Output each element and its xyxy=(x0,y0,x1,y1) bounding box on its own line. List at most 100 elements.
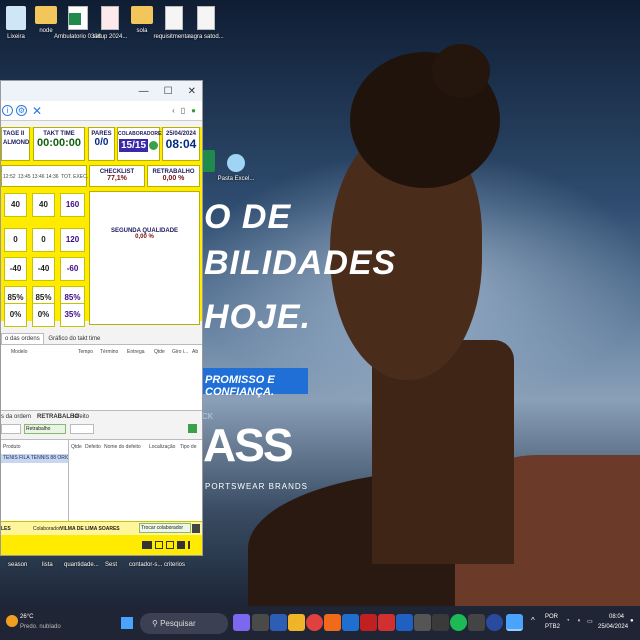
wifi-icon[interactable]: ◔ xyxy=(566,618,570,624)
retrabalho-button[interactable]: Retrabalho xyxy=(24,424,66,434)
current-time: 08:04 xyxy=(165,137,197,151)
app-icon-terminal[interactable] xyxy=(468,614,485,631)
grid-column-header[interactable]: Qtde xyxy=(154,349,165,355)
takt-time-box: TAKT TIME 00:00:00 xyxy=(33,127,85,161)
database-file-icon xyxy=(101,6,119,30)
hour-header-row: 12:52 13:45 13:46 14:36 TOT. EXEC. xyxy=(1,165,89,187)
volume-icon[interactable]: ◖ xyxy=(577,618,581,624)
clock-date[interactable]: 25/04/2024 xyxy=(598,624,628,630)
line-subtitle: ALMOND xyxy=(3,140,30,146)
metric-cell: 0% xyxy=(4,303,27,327)
app-icon-blue[interactable] xyxy=(396,614,413,631)
minimize-button[interactable]: — xyxy=(139,86,149,97)
ordem-input[interactable] xyxy=(1,424,21,434)
info-icon[interactable]: i xyxy=(2,105,13,116)
active-app-icon[interactable] xyxy=(506,614,523,631)
weather-icon[interactable] xyxy=(6,615,18,627)
brave-icon[interactable] xyxy=(324,614,341,631)
device-icon xyxy=(166,541,174,549)
spotify-icon[interactable] xyxy=(450,614,467,631)
desktop-icon-label[interactable]: season xyxy=(8,562,27,568)
tab-grafico-takt-time[interactable]: Gráfico do takt time xyxy=(45,334,103,344)
gear-icon[interactable]: ⚙ xyxy=(16,105,27,116)
grid-column-header[interactable]: Localização xyxy=(149,444,175,450)
grid-column-header[interactable]: Tempo xyxy=(78,349,93,355)
keyboard-layout[interactable]: PTB2 xyxy=(545,624,560,630)
app-icon-oracle[interactable] xyxy=(378,614,395,631)
notification-icon[interactable]: ● xyxy=(630,618,634,624)
clock-time[interactable]: 08:04 xyxy=(609,614,624,620)
segunda-qualidade-box: SEGUNDA QUALIDADE 0,00 % xyxy=(89,191,200,325)
file-explorer-icon[interactable] xyxy=(288,614,305,631)
desktop-icon-label[interactable]: lista xyxy=(42,562,53,568)
app-icon-red[interactable] xyxy=(360,614,377,631)
app-icon-dark[interactable] xyxy=(432,614,449,631)
colaborador-label: Colaborador: xyxy=(33,526,62,532)
metric-total-cell: 120 xyxy=(60,228,85,252)
vscode-icon[interactable] xyxy=(342,614,359,631)
line-info-box: TAGE II ALMOND xyxy=(1,127,30,161)
tab-strip: o das ordens Gráfico do takt time xyxy=(1,333,202,345)
search-box[interactable]: ⚲ Pesquisar xyxy=(140,613,228,634)
grid-column-header[interactable]: Giro i... xyxy=(172,349,188,355)
add-defect-icon[interactable] xyxy=(188,424,197,433)
teams-icon[interactable] xyxy=(270,614,287,631)
refresh-icon[interactable] xyxy=(149,141,159,150)
close-button[interactable]: ✕ xyxy=(188,86,196,97)
ordem-label: s da ordem xyxy=(1,414,32,420)
panel-icon[interactable]: ▯ xyxy=(181,106,185,115)
wallpaper-ad-line2: BILIDADES xyxy=(204,244,397,282)
start-icon[interactable] xyxy=(121,617,133,629)
desktop-icon-label[interactable]: Sest xyxy=(105,562,117,568)
app-icon-grey[interactable] xyxy=(414,614,431,631)
checklist-value: 77,1% xyxy=(107,175,127,182)
orders-grid[interactable]: Modelo Tempo Término Entrega Qtde Giro i… xyxy=(1,345,202,411)
metric-cell: 40 xyxy=(32,193,55,217)
desktop-icon-label[interactable]: criterios xyxy=(164,562,185,568)
weather-desc[interactable]: Predo. nublado xyxy=(20,624,61,630)
desktop-icon-label[interactable]: contador-s... xyxy=(129,562,162,568)
weather-temp[interactable]: 26°C xyxy=(20,614,33,620)
desktop-icon-regra[interactable]: regra satod... xyxy=(182,6,230,41)
user-icon[interactable] xyxy=(192,524,200,533)
checklist-box: CHECKLIST 77,1% xyxy=(89,165,145,187)
desktop-icon-label[interactable]: quantidade... xyxy=(64,562,99,568)
hour-header: 13:45 xyxy=(18,174,31,180)
battery-icon xyxy=(177,541,185,549)
grid-column-header[interactable]: Tipo de xyxy=(180,444,197,450)
grid-divider xyxy=(68,440,69,522)
grid-column-header[interactable]: Modelo xyxy=(11,349,27,355)
close-icon[interactable]: ✕ xyxy=(32,105,42,117)
products-grid[interactable]: Produto TENIS FILA TENNIS 88 ORIGEN Qtde… xyxy=(1,439,202,522)
defeito-input[interactable] xyxy=(70,424,94,434)
grid-column-header[interactable]: Nome do defeito xyxy=(104,444,141,450)
table-row-selected[interactable]: TENIS FILA TENNIS 88 ORIGEN xyxy=(1,454,68,463)
grid-column-header[interactable]: Ab xyxy=(192,349,198,355)
chrome-icon[interactable] xyxy=(306,614,323,631)
task-view-icon[interactable] xyxy=(252,614,269,631)
grid-column-header[interactable]: Qtde xyxy=(71,444,82,450)
grid-column-header[interactable]: Entrega xyxy=(127,349,145,355)
metric-cell: 40 xyxy=(4,193,27,217)
metric-total-cell: 160 xyxy=(60,193,85,217)
grid-column-header[interactable]: Defeito xyxy=(85,444,101,450)
trocar-colaborador-button[interactable]: Trocar colaborador xyxy=(139,523,191,533)
app-icon-circle[interactable] xyxy=(486,614,503,631)
desktop-icon-pasta-excel[interactable]: Pasta Excel... xyxy=(214,154,258,183)
chevron-up-icon[interactable]: ^ xyxy=(531,616,535,625)
language-code[interactable]: POR xyxy=(545,614,558,620)
metric-cell: -40 xyxy=(4,257,27,281)
hour-header: TOT. EXEC. xyxy=(61,174,89,180)
colaboradores-value: 15/15 xyxy=(118,139,149,152)
grid-column-header[interactable]: Produto xyxy=(3,444,21,450)
back-icon[interactable]: ‹ xyxy=(172,106,175,115)
defeito-label: Defeito xyxy=(70,414,90,420)
taskbar: 26°C Predo. nublado ⚲ Pesquisar ^ POR PT… xyxy=(0,606,640,640)
maximize-button[interactable]: ☐ xyxy=(164,86,173,97)
battery-tray-icon[interactable]: ▭ xyxy=(587,618,593,625)
device-status-strip xyxy=(1,535,202,555)
copilot-icon[interactable] xyxy=(233,614,250,631)
search-icon: ⚲ xyxy=(152,619,161,628)
grid-column-header[interactable]: Término xyxy=(100,349,118,355)
tab-ordens[interactable]: o das ordens xyxy=(1,333,44,344)
